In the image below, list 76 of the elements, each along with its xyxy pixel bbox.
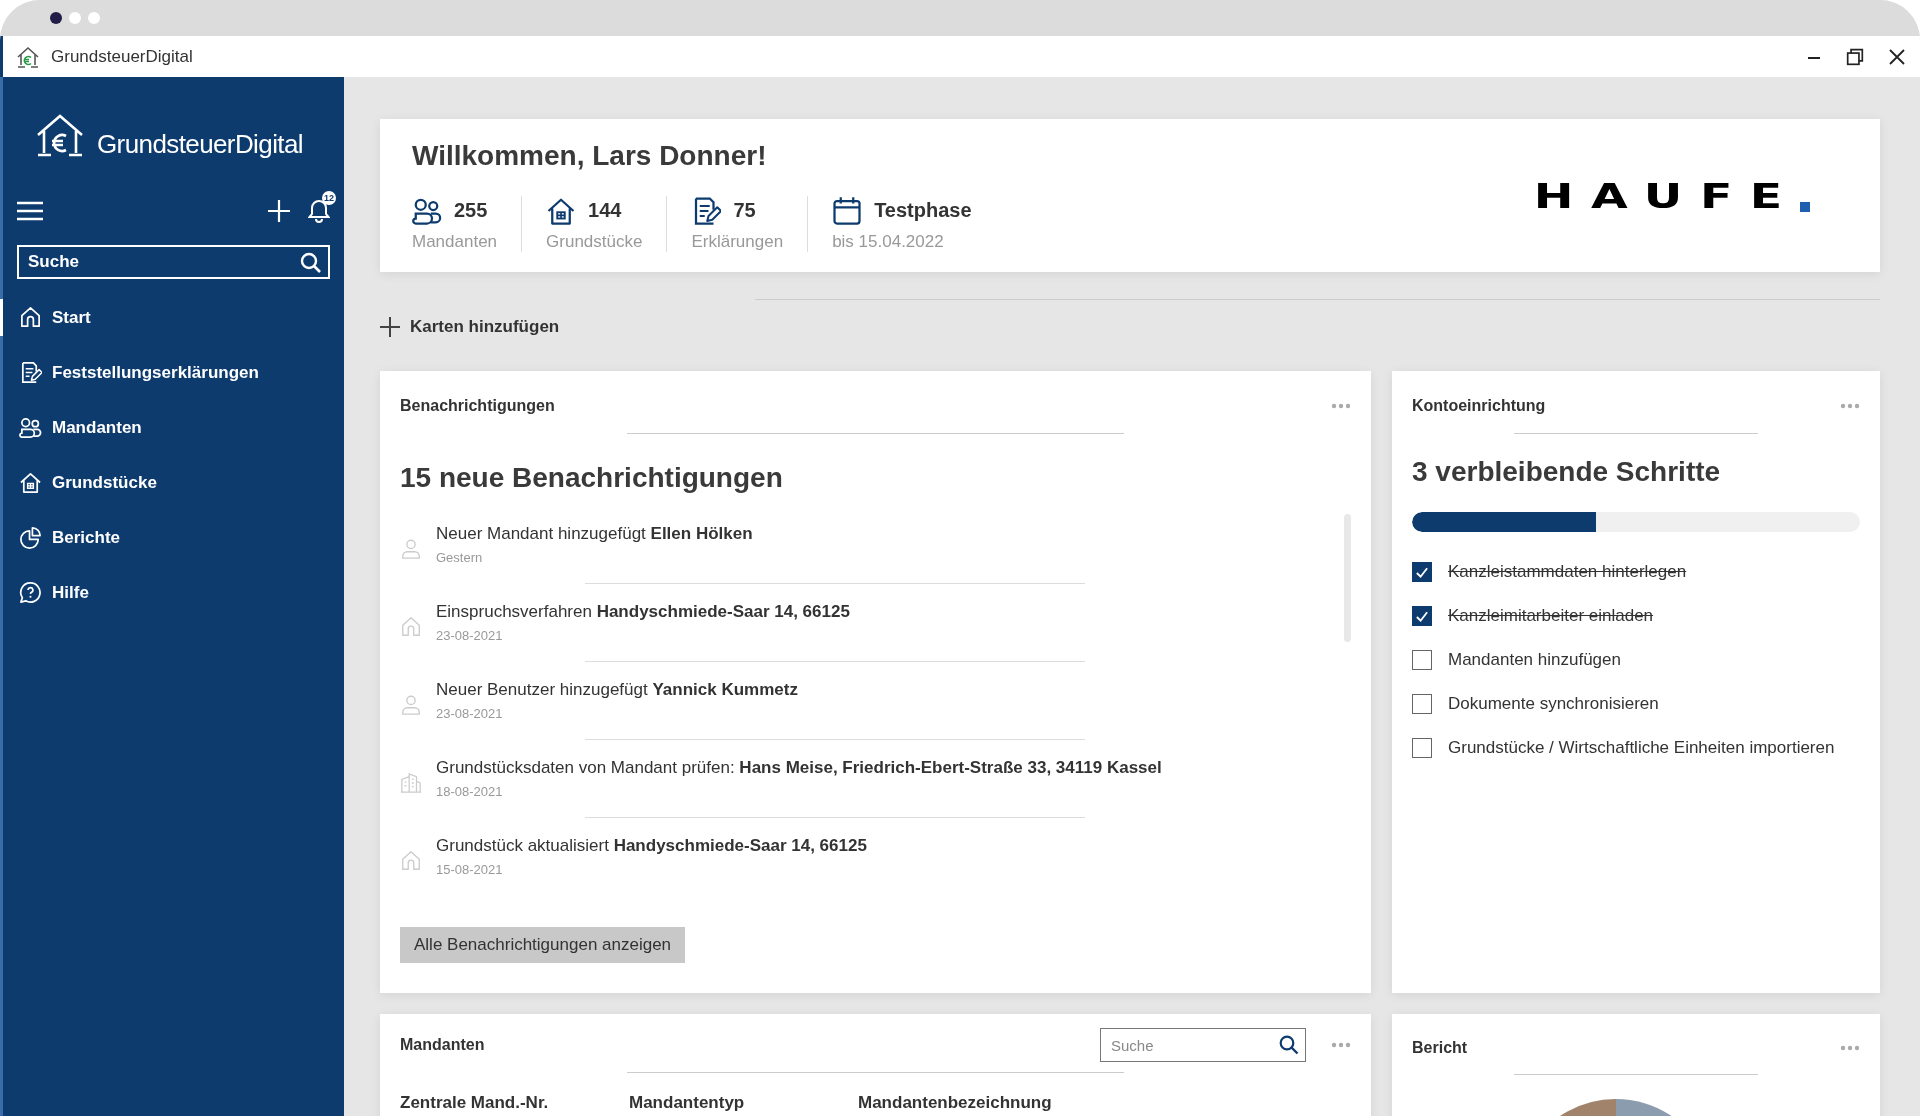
house-icon: [19, 471, 42, 494]
nav-item[interactable]: Grundstücke: [0, 464, 344, 501]
stat-value: 255: [454, 199, 488, 222]
person-icon: [400, 538, 422, 560]
nav-item[interactable]: Mandanten: [0, 409, 344, 446]
plus-icon: [380, 317, 400, 337]
stat-label: bis 15.04.2022: [832, 231, 945, 252]
notification-text: Neuer Benutzer hinzugefügt Yannick Kummetz: [436, 680, 798, 700]
calendar-icon: [832, 195, 863, 226]
column-header: Zentrale Mand.-Nr.: [400, 1093, 550, 1113]
help-icon: [19, 581, 42, 604]
welcome-title: Willkommen, Lars Donner!: [412, 139, 768, 172]
card-title: Benachrichtigungen: [400, 397, 555, 415]
show-all-button[interactable]: Alle Benachrichtigungen anzeigen: [400, 927, 686, 963]
step-label: Kanzleimitarbeiter einladen: [1448, 606, 1654, 626]
nav-item[interactable]: Berichte: [0, 519, 344, 556]
checkbox[interactable]: [1412, 738, 1432, 758]
document-icon: [19, 361, 42, 384]
app-logo-icon: [15, 44, 41, 69]
search-icon: [300, 252, 321, 273]
people-icon: [19, 416, 42, 439]
stat-value: Testphase: [874, 199, 972, 222]
notification-date: 18-08-2021: [436, 784, 504, 799]
window-dots-icon: [50, 12, 100, 24]
step-label: Mandanten hinzufügen: [1448, 650, 1621, 670]
card-title: Mandanten: [400, 1036, 485, 1054]
notification-text: Grundstück aktualisiert Handyschmiede-Saar 14, 66125: [436, 836, 867, 856]
restore-icon[interactable]: [1846, 47, 1864, 66]
nav-item[interactable]: Start: [0, 299, 344, 336]
notification-text: Neuer Mandant hinzugefügt Ellen Hölken: [436, 524, 753, 544]
person-icon: [400, 694, 422, 716]
notification-badge: 12: [322, 191, 336, 205]
close-icon[interactable]: [1888, 47, 1906, 66]
plus-icon[interactable]: [268, 200, 290, 222]
notification-date: 15-08-2021: [436, 862, 504, 877]
nav-item[interactable]: Hilfe: [0, 574, 344, 611]
stat-label: Mandanten: [412, 231, 498, 252]
step-label: Grundstücke / Wirtschaftliche Einheiten importieren: [1448, 738, 1835, 758]
column-header: Mandantenbezeichnung: [858, 1093, 1052, 1113]
menu-icon[interactable]: [17, 201, 43, 221]
window-title: GrundsteuerDigital: [51, 46, 194, 67]
home-icon: [19, 306, 42, 329]
card-title: Kontoeinrichtung: [1412, 397, 1546, 415]
step-label: Dokumente synchronisieren: [1448, 694, 1659, 714]
check-icon: [1415, 565, 1429, 579]
card-heading: 15 neue Benachrichtigungen: [400, 462, 784, 494]
step-label: Kanzleistammdaten hinterlegen: [1448, 562, 1687, 582]
stat-label: Erklärungen: [691, 231, 784, 252]
building-icon: [400, 772, 422, 794]
search-field[interactable]: Suche: [1100, 1028, 1306, 1062]
notification-date: Gestern: [436, 550, 484, 565]
column-header: Mandantentyp: [629, 1093, 746, 1113]
company-logo: HAUFE: [1533, 178, 1800, 213]
notification-text: Einspruchsverfahren Handyschmiede-Saar 14, 66125: [436, 602, 850, 622]
checkbox[interactable]: [1412, 562, 1432, 582]
stat-value: 75: [733, 199, 756, 222]
card-title: Bericht: [1412, 1038, 1468, 1057]
house-icon: [400, 616, 422, 638]
check-icon: [1415, 609, 1429, 623]
brand-name: GrundsteuerDigital: [97, 131, 303, 157]
add-cards-button[interactable]: Karten hinzufügen: [380, 317, 560, 337]
search-icon: [1279, 1035, 1299, 1055]
notification-date: 23-08-2021: [436, 628, 504, 643]
checkbox[interactable]: [1412, 606, 1432, 626]
checkbox[interactable]: [1412, 694, 1432, 714]
checkbox[interactable]: [1412, 650, 1432, 670]
nav-item[interactable]: Feststellungserklärungen: [0, 354, 344, 391]
card-heading: 3 verbleibende Schritte: [1412, 456, 1722, 488]
pie-chart-icon: [19, 526, 42, 549]
house-icon: [400, 850, 422, 872]
stat-label: Grundstücke: [546, 231, 643, 252]
bell-icon[interactable]: [308, 199, 330, 223]
notification-date: 23-08-2021: [436, 706, 504, 721]
stat-value: 144: [588, 199, 622, 222]
notification-text: Grundstücksdaten von Mandant prüfen: Hans Meise, Friedrich-Ebert-Straße 33, 34119 Kassel: [436, 758, 1162, 778]
house-euro-logo-icon: [35, 113, 85, 157]
